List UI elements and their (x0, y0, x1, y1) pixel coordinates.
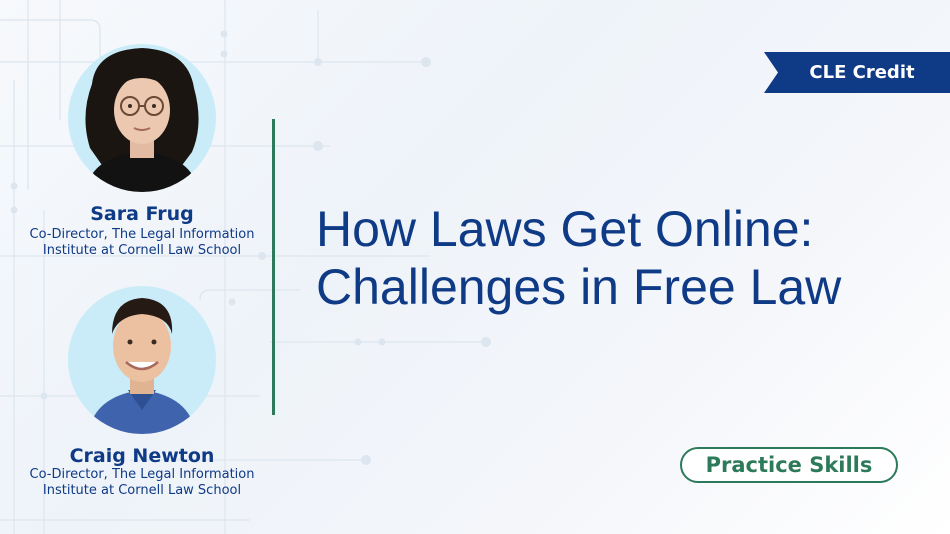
promo-slide: CLE Credit Sara Frug Co-Director, The Le… (0, 0, 950, 534)
headline-line: Challenges in Free Law (316, 259, 842, 315)
headline-line: How Laws Get Online: (316, 201, 814, 257)
speaker-name: Sara Frug (90, 203, 194, 225)
headline: How Laws Get Online: Challenges in Free … (316, 200, 926, 316)
speaker-title: Co-Director, The Legal Information Insti… (29, 467, 255, 498)
cle-credit-badge: CLE Credit (764, 52, 950, 93)
speaker-photo-craig-newton (68, 286, 216, 434)
speaker-name: Craig Newton (69, 445, 215, 467)
vertical-divider (272, 119, 275, 415)
practice-skills-pill: Practice Skills (680, 447, 898, 483)
speaker-photo-sara-frug (68, 44, 216, 192)
speaker-title: Co-Director, The Legal Information Insti… (29, 227, 255, 258)
